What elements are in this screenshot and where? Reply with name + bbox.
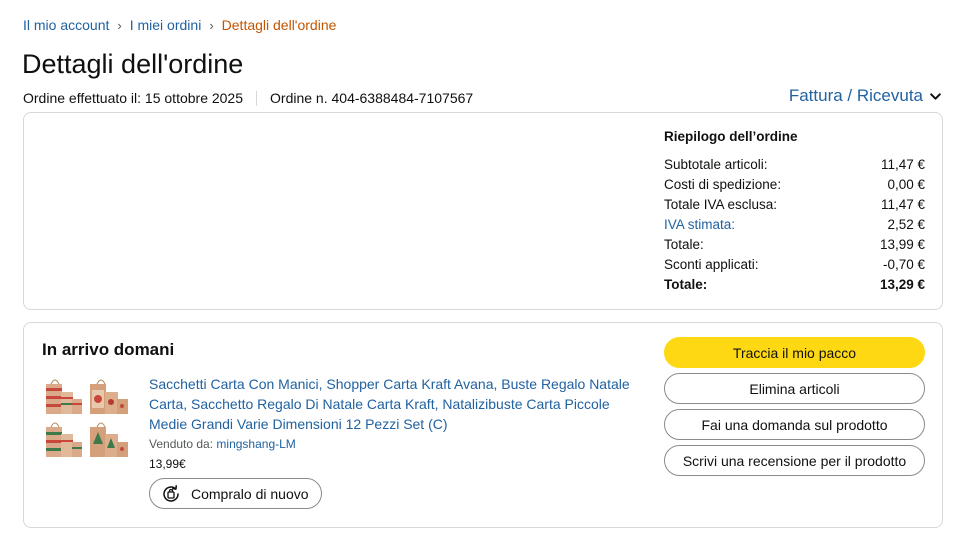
summary-label: Costi di spedizione: [664, 176, 782, 192]
summary-row-total: Totale: 13,99 € [664, 234, 925, 254]
order-date: Ordine effettuato il: 15 ottobre 2025 [23, 90, 244, 106]
invoice-label: Fattura / Ricevuta [788, 86, 923, 105]
order-number: Ordine n. 404-6388484-7107567 [270, 90, 474, 106]
order-meta: Ordine effettuato il: 15 ottobre 2025 Or… [23, 90, 473, 106]
summary-value: -0,70 € [882, 256, 925, 272]
summary-row-discounts: Sconti applicati: -0,70 € [664, 254, 925, 274]
product-title-link[interactable]: Sacchetti Carta Con Manici, Shopper Cart… [149, 374, 639, 434]
breadcrumb-my-account[interactable]: Il mio account [23, 17, 109, 33]
summary-value: 11,47 € [880, 156, 925, 172]
buy-again-icon [163, 484, 179, 502]
summary-row-subtotal: Subtotale articoli: 11,47 € [664, 154, 925, 174]
summary-label: Totale: [664, 236, 704, 252]
product-price: 13,99€ [149, 457, 186, 471]
invoice-dropdown[interactable]: Fattura / Ricevuta [789, 86, 942, 106]
breadcrumb-separator: › [117, 17, 122, 33]
write-review-button[interactable]: Scrivi una recensione per il prodotto [664, 445, 925, 476]
breadcrumb-separator: › [209, 17, 214, 33]
delivery-status: In arrivo domani [42, 340, 175, 359]
shipment-card: In arrivo domani Sacchetti Carta Con Man… [23, 322, 943, 528]
summary-row-vat: IVA stimata: 2,52 € [664, 214, 925, 234]
summary-value: 13,29 € [879, 276, 925, 292]
summary-label: Totale IVA esclusa: [664, 196, 778, 212]
seller-info: Venduto da: mingshang-LM [149, 437, 296, 451]
ask-question-button[interactable]: Fai una domanda sul prodotto [664, 409, 925, 440]
track-package-button[interactable]: Traccia il mio pacco [664, 337, 925, 368]
breadcrumb-order-details: Dettagli dell'ordine [221, 17, 337, 33]
breadcrumb-my-orders[interactable]: I miei ordini [130, 17, 202, 33]
meta-divider [256, 90, 258, 106]
summary-label: Subtotale articoli: [664, 156, 768, 172]
summary-value: 0,00 € [887, 176, 925, 192]
summary-row-shipping: Costi di spedizione: 0,00 € [664, 174, 925, 194]
summary-row-total-excl-vat: Totale IVA esclusa: 11,47 € [664, 194, 925, 214]
summary-value: 2,52 € [887, 216, 925, 232]
chevron-down-icon [930, 92, 941, 100]
summary-row-grand-total: Totale: 13,29 € [664, 274, 925, 294]
order-summary-card: Riepilogo dell’ordine Subtotale articoli… [23, 112, 943, 310]
order-summary: Riepilogo dell’ordine Subtotale articoli… [664, 129, 925, 294]
summary-title: Riepilogo dell’ordine [664, 129, 798, 144]
remove-items-button[interactable]: Elimina articoli [664, 373, 925, 404]
summary-label: Sconti applicati: [664, 256, 759, 272]
page-title: Dettagli dell'ordine [22, 49, 244, 79]
breadcrumb: Il mio account › I miei ordini › Dettagl… [23, 17, 336, 33]
summary-label: Totale: [664, 276, 708, 292]
product-image[interactable] [43, 372, 133, 462]
vat-estimate-link[interactable]: IVA stimata: [664, 217, 735, 232]
summary-value: 13,99 € [879, 236, 925, 252]
buy-again-button[interactable]: Compralo di nuovo [149, 478, 322, 509]
sold-by-label: Venduto da: [149, 437, 214, 451]
buy-again-label: Compralo di nuovo [191, 485, 309, 502]
seller-link[interactable]: mingshang-LM [216, 437, 295, 451]
summary-value: 11,47 € [880, 196, 925, 212]
